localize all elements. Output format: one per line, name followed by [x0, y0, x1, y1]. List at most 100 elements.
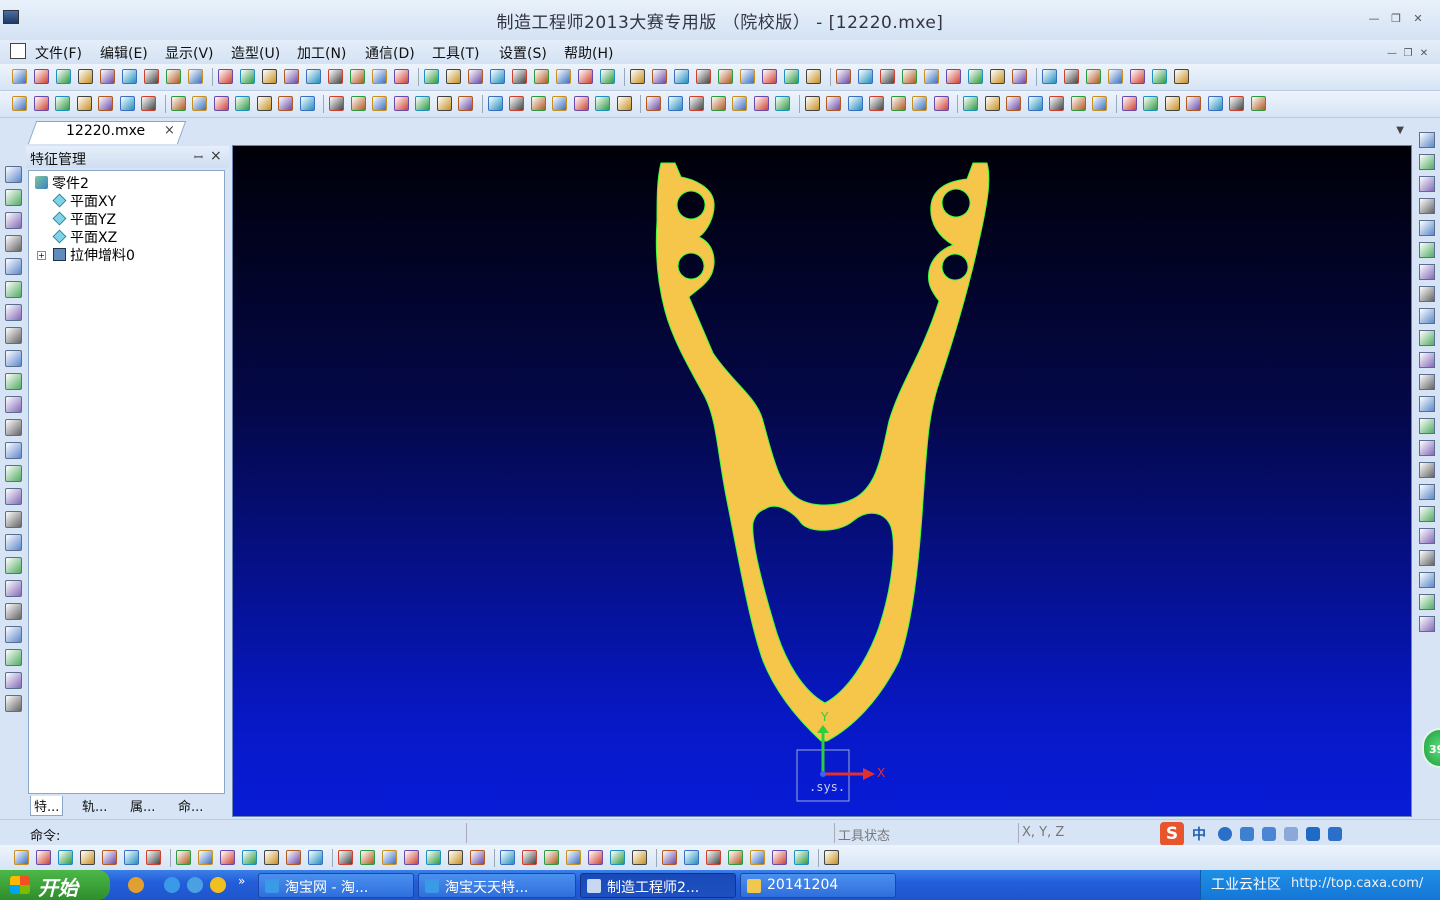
toolbar-tool-icon[interactable]	[616, 96, 632, 111]
toolbar-tool-icon[interactable]	[689, 96, 704, 111]
side-tool-icon[interactable]	[5, 672, 22, 689]
toolbar-tool-icon[interactable]	[824, 850, 839, 865]
side-tool-icon[interactable]	[1419, 154, 1435, 170]
toolbar-tool-icon[interactable]	[534, 69, 549, 84]
toolbar-tool-icon[interactable]	[775, 96, 790, 111]
tree-node-plane-xy[interactable]: 平面XY	[52, 191, 116, 211]
tree-expander-icon[interactable]: +	[37, 251, 46, 260]
toolbar-tool-icon[interactable]	[552, 96, 567, 111]
side-tool-icon[interactable]	[5, 488, 22, 505]
side-tool-icon[interactable]	[5, 235, 22, 252]
menu-view[interactable]: 显示(V)	[165, 43, 214, 63]
toolbar-tool-icon[interactable]	[706, 850, 721, 865]
document-icon[interactable]	[10, 43, 26, 59]
toolbar-tool-icon[interactable]	[836, 69, 851, 84]
wrench-icon[interactable]	[1328, 827, 1342, 841]
side-tool-icon[interactable]	[5, 189, 22, 206]
toolbar-tool-icon[interactable]	[220, 850, 235, 865]
toolbar-tool-icon[interactable]	[350, 96, 366, 111]
toolbar-tool-icon[interactable]	[772, 850, 787, 865]
toolbar-tool-icon[interactable]	[556, 69, 571, 84]
toolbar-tool-icon[interactable]	[286, 850, 301, 865]
menu-file[interactable]: 文件(F)	[35, 43, 82, 63]
side-tool-icon[interactable]	[1419, 330, 1435, 346]
toolbar-tool-icon[interactable]	[166, 69, 181, 84]
tree-node-plane-xz[interactable]: 平面XZ	[52, 227, 117, 247]
ime-language-toggle[interactable]: 中	[1192, 824, 1206, 844]
task-folder[interactable]: 20141204	[740, 873, 896, 898]
slingshot-part[interactable]	[655, 162, 990, 742]
toolbar-tool-icon[interactable]	[578, 69, 593, 84]
toolbar-tool-icon[interactable]	[573, 96, 589, 111]
side-tool-icon[interactable]	[5, 327, 22, 344]
toolbar-tool-icon[interactable]	[424, 69, 439, 84]
side-tool-icon[interactable]	[5, 695, 22, 712]
tree-node-plane-yz[interactable]: 平面YZ	[52, 209, 116, 229]
toolbar-tool-icon[interactable]	[1042, 69, 1057, 84]
toolbar-tool-icon[interactable]	[1086, 69, 1101, 84]
side-tool-icon[interactable]	[1419, 484, 1435, 500]
side-tool-icon[interactable]	[5, 649, 22, 666]
toolbar-tool-icon[interactable]	[630, 69, 645, 84]
toolbar-tool-icon[interactable]	[968, 69, 983, 84]
toolbar-tool-icon[interactable]	[372, 96, 387, 111]
tab-list-dropdown-icon[interactable]: ▼	[1396, 125, 1404, 136]
toolbar-tool-icon[interactable]	[1064, 69, 1079, 84]
minimize-icon[interactable]: —	[1366, 12, 1382, 26]
tree-node-part[interactable]: 零件2	[35, 173, 89, 193]
side-tool-icon[interactable]	[5, 281, 22, 298]
toolbar-tool-icon[interactable]	[242, 850, 257, 865]
toolbar-tool-icon[interactable]	[102, 850, 117, 865]
toolbar-tool-icon[interactable]	[1092, 96, 1107, 111]
document-tab-label[interactable]: 12220.mxe	[66, 123, 145, 139]
side-tool-icon[interactable]	[5, 465, 22, 482]
side-tool-icon[interactable]	[1419, 242, 1435, 258]
toolbar-tool-icon[interactable]	[784, 69, 799, 84]
toolbar-tool-icon[interactable]	[1012, 69, 1027, 84]
toolbar-tool-icon[interactable]	[667, 96, 683, 111]
toolbar-tool-icon[interactable]	[328, 69, 343, 84]
toolbar-tool-icon[interactable]	[912, 96, 927, 111]
toolbar-tool-icon[interactable]	[804, 96, 820, 111]
restore-icon[interactable]: ❐	[1388, 12, 1404, 26]
floating-badge[interactable]: 39	[1422, 728, 1440, 768]
side-tool-icon[interactable]	[5, 166, 22, 183]
task-taobao[interactable]: 淘宝网 - 淘...	[258, 873, 414, 898]
toolbar-tool-icon[interactable]	[372, 69, 387, 84]
toolbar-tool-icon[interactable]	[600, 69, 615, 84]
start-button[interactable]: 开始	[0, 870, 110, 900]
toolbar-tool-icon[interactable]	[662, 850, 677, 865]
toolbar-tool-icon[interactable]	[34, 69, 49, 84]
toolbar-tool-icon[interactable]	[595, 96, 610, 111]
keyboard-icon[interactable]	[1262, 827, 1276, 841]
side-tool-icon[interactable]	[1419, 462, 1435, 478]
pin-icon[interactable]: ꟷ	[194, 150, 203, 165]
tab-trajectory[interactable]: 轨...	[82, 796, 107, 815]
toolbar-tool-icon[interactable]	[806, 69, 821, 84]
side-tool-icon[interactable]	[1419, 572, 1435, 588]
toolbar-tool-icon[interactable]	[141, 96, 156, 111]
side-tool-icon[interactable]	[5, 373, 22, 390]
toolbar-tool-icon[interactable]	[509, 96, 524, 111]
side-tool-icon[interactable]	[5, 534, 22, 551]
browser-icon[interactable]	[187, 877, 203, 893]
toolbar-tool-icon[interactable]	[458, 96, 473, 111]
toolbar-tool-icon[interactable]	[646, 96, 661, 111]
mdi-minimize-icon[interactable]: —	[1386, 48, 1398, 60]
toolbar-tool-icon[interactable]	[1207, 96, 1223, 111]
side-tool-icon[interactable]	[1419, 286, 1435, 302]
side-tool-icon[interactable]	[1419, 264, 1435, 280]
side-tool-icon[interactable]	[5, 350, 22, 367]
toolbar-tool-icon[interactable]	[500, 850, 515, 865]
toolbar-tool-icon[interactable]	[218, 69, 233, 84]
toolbar-tool-icon[interactable]	[674, 69, 689, 84]
toolbar-tool-icon[interactable]	[1143, 96, 1158, 111]
toolbar-tool-icon[interactable]	[880, 69, 895, 84]
toolbar-tool-icon[interactable]	[284, 69, 299, 84]
toolbar-tool-icon[interactable]	[869, 96, 884, 111]
toolbar-tool-icon[interactable]	[984, 96, 1000, 111]
side-tool-icon[interactable]	[5, 304, 22, 321]
toolbar-tool-icon[interactable]	[762, 69, 777, 84]
toolbar-tool-icon[interactable]	[404, 850, 419, 865]
toolbar-tool-icon[interactable]	[1006, 96, 1021, 111]
